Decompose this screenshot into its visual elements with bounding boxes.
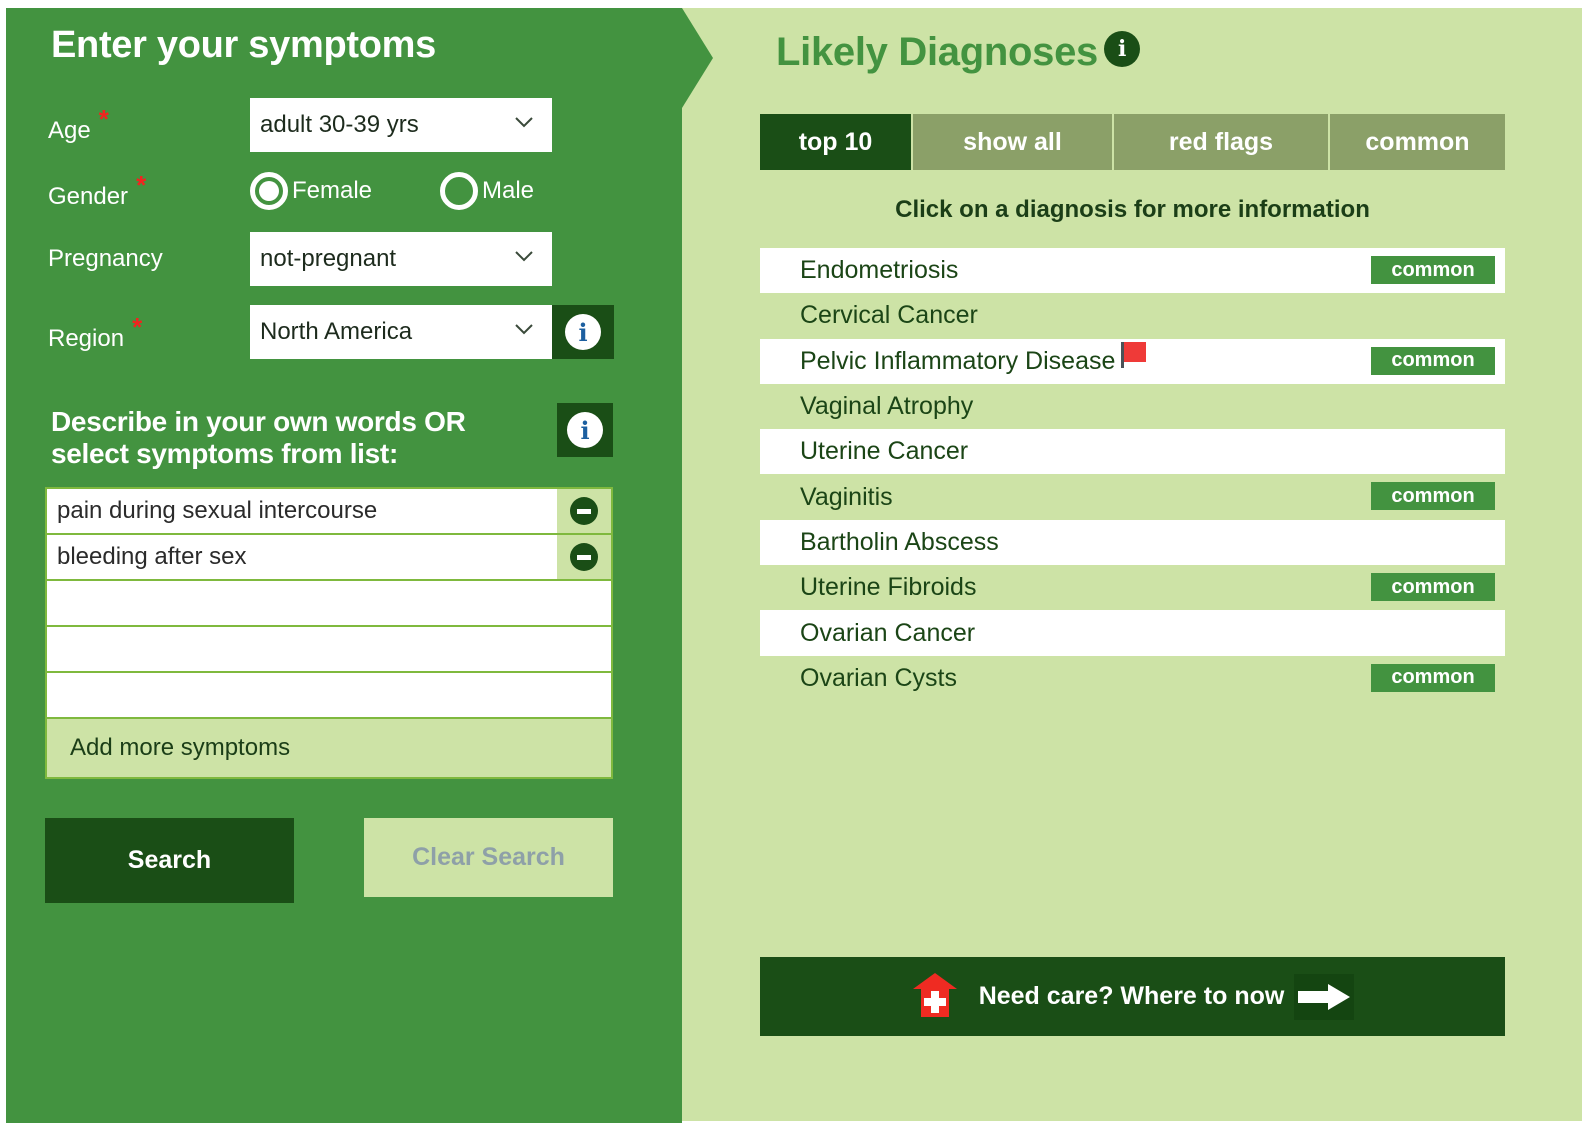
diagnosis-row[interactable]: Vaginitis common	[760, 474, 1505, 519]
gender-label: Gender *	[48, 170, 146, 211]
diagnosis-name: Pelvic Inflammatory Disease	[800, 346, 1116, 375]
symptom-row[interactable]: bleeding after sex	[47, 535, 611, 579]
pregnancy-label: Pregnancy	[48, 245, 163, 272]
diagnosis-filter-tabs: top 10 show all red flags common	[760, 114, 1505, 170]
diagnosis-name: Ovarian Cysts	[800, 663, 957, 692]
pregnancy-select[interactable]: not-pregnant	[250, 232, 552, 286]
diagnosis-row[interactable]: Endometriosis common	[760, 248, 1505, 294]
describe-heading-line: Describe in your own words OR	[51, 406, 466, 437]
diagnosis-name: Uterine Cancer	[800, 437, 969, 466]
gender-option-label: Female	[292, 177, 373, 204]
remove-symptom-button[interactable]	[557, 535, 611, 579]
age-label-text: Age	[48, 117, 91, 144]
diagnosis-row[interactable]: Pelvic Inflammatory Disease common	[760, 338, 1505, 384]
common-badge: common	[1371, 346, 1495, 375]
minus-circle-icon	[570, 497, 598, 525]
describe-info-button[interactable]: i	[557, 403, 613, 457]
diagnosis-row[interactable]: Uterine Cancer	[760, 429, 1505, 475]
diagnosis-row[interactable]: Uterine Fibroids common	[760, 565, 1505, 610]
region-select-value: North America	[260, 318, 413, 345]
diagnosis-name: Cervical Cancer	[800, 301, 978, 330]
diagnosis-name: Vaginitis	[800, 482, 893, 511]
diagnosis-name: Endometriosis	[800, 256, 959, 285]
common-badge: common	[1371, 482, 1495, 511]
add-more-symptoms-button[interactable]: Add more symptoms	[47, 719, 611, 777]
info-icon: i	[567, 412, 603, 448]
common-badge: common	[1371, 663, 1495, 692]
diagnoses-title: Likely Diagnoses i	[776, 30, 1140, 75]
symptom-list: pain during sexual intercourse bleeding …	[45, 487, 613, 779]
need-care-button[interactable]: Need care? Where to now	[760, 957, 1505, 1036]
diagnosis-name: Vaginal Atrophy	[800, 392, 974, 421]
symptom-row[interactable]	[47, 673, 611, 717]
minus-circle-icon	[570, 543, 598, 571]
symptom-input[interactable]: pain during sexual intercourse	[47, 497, 557, 525]
common-badge: common	[1371, 573, 1495, 602]
search-button[interactable]: Search	[45, 818, 294, 903]
required-asterisk: *	[132, 312, 143, 342]
red-flag-icon	[1121, 342, 1147, 369]
tab-common[interactable]: common	[1330, 114, 1505, 170]
symptom-panel-title: Enter your symptoms	[51, 24, 436, 66]
diagnosis-row[interactable]: Cervical Cancer	[760, 293, 1505, 338]
radio-selected-icon	[250, 172, 288, 210]
diagnosis-list: Endometriosis common Cervical Cancer Pel…	[760, 248, 1505, 701]
hospital-house-icon	[912, 972, 957, 1017]
describe-heading-line: select symptoms from list:	[51, 438, 398, 469]
chevron-down-icon	[515, 117, 533, 128]
diagnosis-row[interactable]: Bartholin Abscess	[760, 519, 1505, 566]
info-icon[interactable]: i	[1104, 30, 1140, 67]
pregnancy-select-value: not-pregnant	[260, 245, 397, 272]
diagnosis-name: Ovarian Cancer	[800, 618, 976, 647]
gender-radio-female[interactable]: Female	[250, 172, 372, 210]
diagnosis-row[interactable]: Ovarian Cysts common	[760, 656, 1505, 701]
region-label-text: Region	[48, 325, 125, 352]
chevron-down-icon	[515, 324, 533, 335]
panel-arrow-notch	[682, 8, 713, 108]
age-select-value: adult 30-39 yrs	[260, 111, 419, 138]
diagnoses-title-text: Likely Diagnoses	[776, 30, 1098, 74]
region-label: Region *	[48, 312, 142, 353]
diagnosis-name: Bartholin Abscess	[800, 527, 999, 556]
clear-search-button[interactable]: Clear Search	[364, 818, 613, 897]
symptom-row[interactable]: pain during sexual intercourse	[47, 489, 611, 533]
required-asterisk: *	[136, 170, 147, 200]
tab-red-flags[interactable]: red flags	[1114, 114, 1328, 170]
need-care-label: Need care? Where to now	[978, 982, 1285, 1010]
common-badge: common	[1371, 256, 1495, 284]
age-select[interactable]: adult 30-39 yrs	[250, 98, 552, 152]
remove-symptom-button[interactable]	[557, 489, 611, 533]
tab-show-all[interactable]: show all	[913, 114, 1112, 170]
symptom-row[interactable]	[47, 581, 611, 625]
region-select[interactable]: North America	[250, 305, 552, 359]
gender-label-text: Gender	[48, 183, 129, 210]
describe-symptoms-heading: Describe in your own words OR select sym…	[51, 406, 466, 470]
arrow-right-icon	[1294, 973, 1355, 1020]
symptom-input[interactable]: bleeding after sex	[47, 543, 557, 571]
radio-unselected-icon	[440, 172, 478, 210]
diagnoses-instructions: Click on a diagnosis for more informatio…	[895, 196, 1370, 223]
diagnosis-row[interactable]: Ovarian Cancer	[760, 610, 1505, 656]
symptom-row[interactable]	[47, 627, 611, 671]
age-label: Age *	[48, 104, 109, 145]
diagnosis-name: Uterine Fibroids	[800, 573, 977, 602]
diagnosis-row[interactable]: Vaginal Atrophy	[760, 384, 1505, 429]
region-info-button[interactable]: i	[552, 305, 614, 359]
chevron-down-icon	[515, 251, 533, 262]
gender-radio-male[interactable]: Male	[440, 172, 534, 210]
required-asterisk: *	[98, 104, 109, 134]
info-icon: i	[565, 314, 601, 350]
gender-option-label: Male	[482, 177, 535, 204]
tab-top-10[interactable]: top 10	[760, 114, 911, 170]
